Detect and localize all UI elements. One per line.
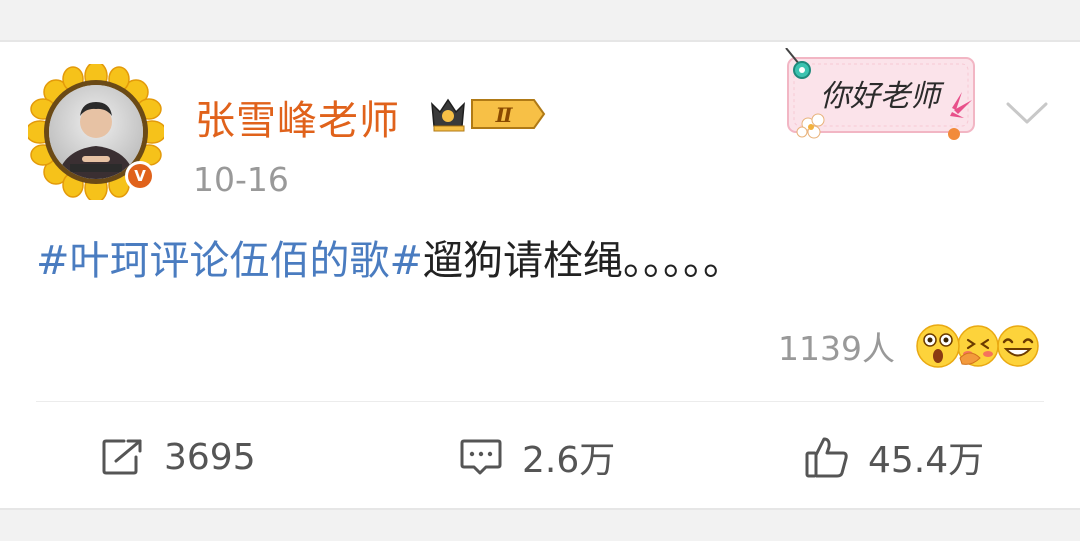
svg-text:V: V (134, 167, 146, 185)
post-body-text: 遛狗请栓绳。。。。。 (423, 238, 744, 284)
sunflower-avatar-frame-icon: V (28, 64, 164, 200)
comment-count: 2.6万 (522, 440, 616, 481)
like-button[interactable]: 45.4万 (804, 432, 984, 482)
reaction-count[interactable]: 1139人 (778, 322, 895, 370)
decoration-card[interactable]: 你好老师 (784, 47, 990, 140)
grinning-emoji-icon (997, 325, 1039, 367)
comment-icon (460, 439, 502, 475)
vip-level-badge[interactable]: Ⅱ (428, 94, 546, 134)
next-post-card (0, 541, 1080, 549)
like-count: 45.4万 (868, 440, 985, 481)
post-date[interactable]: 10-16 (193, 160, 289, 199)
share-icon (102, 439, 142, 475)
crown-icon: Ⅱ (431, 98, 546, 132)
chevron-down-icon[interactable] (1004, 98, 1050, 128)
comment-button[interactable]: 2.6万 (458, 432, 615, 482)
repost-count: 3695 (164, 436, 256, 478)
weibo-post-card: V 张雪峰老师 Ⅱ 10-16 你好老师 #叶珂评论伍佰的歌#遛狗请栓绳。。。。… (0, 42, 1080, 508)
reaction-emojis[interactable] (912, 318, 1044, 374)
vip-level-label: Ⅱ (495, 103, 514, 127)
hugging-emoji-icon (957, 325, 999, 367)
repost-button[interactable]: 3695 (100, 432, 256, 482)
decoration-card-text: 你好老师 (820, 79, 945, 114)
thumbs-up-icon (805, 437, 848, 478)
hashtag-link[interactable]: #叶珂评论伍佰的歌# (36, 238, 423, 284)
avatar[interactable]: V (28, 64, 164, 200)
username[interactable]: 张雪峰老师 (195, 88, 400, 146)
surprised-emoji-icon (916, 324, 960, 368)
feed-separator-bottom (0, 508, 1080, 510)
post-text: #叶珂评论伍佰的歌#遛狗请栓绳。。。。。 (36, 236, 743, 286)
divider (36, 401, 1044, 402)
decoration-card-art-icon: 你好老师 (785, 47, 975, 140)
